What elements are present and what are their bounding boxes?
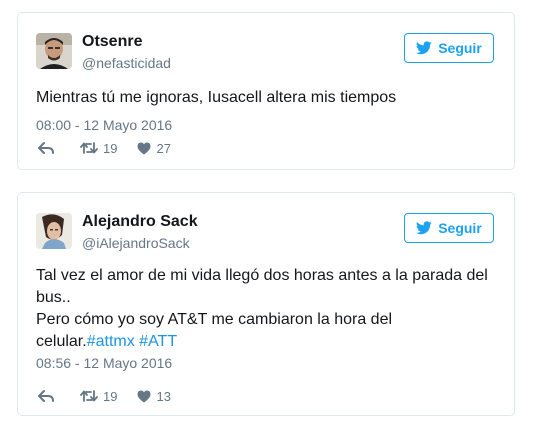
tweet-text-line: Pero cómo yo soy AT&T me cambiaron la ho… — [36, 311, 393, 328]
tweet-card: Alejandro Sack @iAlejandroSack Seguir Ta… — [17, 192, 515, 416]
heart-icon — [137, 142, 151, 155]
user-handle[interactable]: @nefasticidad — [82, 55, 171, 71]
retweet-icon — [80, 389, 98, 403]
tweet-actions: 19 13 — [38, 387, 191, 405]
follow-button[interactable]: Seguir — [404, 213, 494, 243]
like-count: 13 — [156, 388, 171, 404]
tweet-text: Tal vez el amor de mi vida llegó dos hor… — [36, 265, 494, 353]
tweet-header: Otsenre @nefasticidad Seguir — [36, 31, 494, 77]
retweet-count: 19 — [103, 388, 118, 404]
user-handle[interactable]: @iAlejandroSack — [82, 235, 190, 251]
follow-label: Seguir — [438, 40, 482, 56]
tweet-timestamp[interactable]: 08:56 - 12 Mayo 2016 — [36, 355, 172, 371]
display-name[interactable]: Alejandro Sack — [82, 213, 198, 231]
reply-button[interactable] — [38, 141, 54, 155]
tweet-text: Mientras tú me ignoras, Iusacell altera … — [36, 87, 494, 109]
avatar[interactable] — [36, 213, 72, 249]
display-name[interactable]: Otsenre — [82, 33, 142, 51]
heart-icon — [137, 390, 151, 403]
like-count: 27 — [156, 140, 171, 156]
tweet-card: Otsenre @nefasticidad Seguir Mientras tú… — [17, 12, 515, 170]
tweet-timestamp[interactable]: 08:00 - 12 Mayo 2016 — [36, 117, 172, 133]
avatar[interactable] — [36, 33, 72, 69]
tweet-text-line: celular.#attmx #ATT — [36, 331, 494, 353]
twitter-bird-icon — [416, 41, 432, 55]
tweet-text-line: Mientras tú me ignoras, Iusacell altera … — [36, 89, 397, 106]
retweet-button[interactable]: 19 — [80, 389, 117, 404]
tweet-text-line: Tal vez el amor de mi vida llegó dos hor… — [36, 267, 488, 284]
reply-icon — [38, 141, 54, 155]
tweet-text-line: bus.. — [36, 289, 71, 306]
like-button[interactable]: 27 — [137, 140, 171, 156]
reply-icon — [38, 389, 54, 403]
tweet-header: Alejandro Sack @iAlejandroSack Seguir — [36, 211, 494, 257]
tweet-actions: 19 27 — [38, 139, 191, 157]
like-button[interactable]: 13 — [137, 388, 171, 404]
tweet-text-fragment: celular. — [36, 333, 87, 350]
follow-label: Seguir — [438, 220, 482, 236]
twitter-bird-icon — [416, 221, 432, 235]
hashtag-link[interactable]: #ATT — [139, 333, 177, 350]
follow-button[interactable]: Seguir — [404, 33, 494, 63]
hashtag-link[interactable]: #attmx — [87, 333, 135, 350]
retweet-button[interactable]: 19 — [80, 141, 117, 156]
retweet-count: 19 — [103, 140, 118, 156]
reply-button[interactable] — [38, 389, 54, 403]
retweet-icon — [80, 141, 98, 155]
